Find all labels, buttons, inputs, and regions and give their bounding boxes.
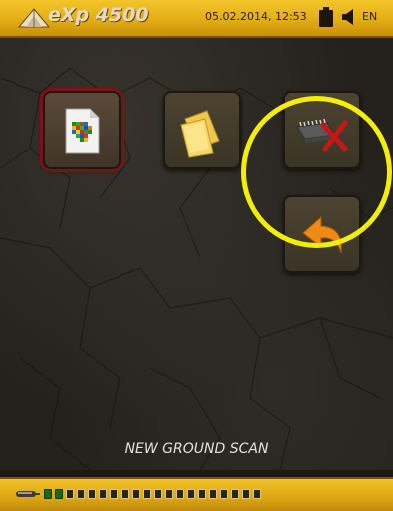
signal-segment — [121, 489, 129, 499]
signal-segment — [198, 489, 206, 499]
signal-segment — [253, 489, 261, 499]
signal-segment — [143, 489, 151, 499]
highlight-circle-annotation — [241, 96, 392, 248]
signal-segment — [165, 489, 173, 499]
signal-segment — [77, 489, 85, 499]
probe-icon — [16, 491, 40, 497]
open-files-button[interactable] — [163, 91, 241, 169]
language-indicator[interactable]: EN — [362, 10, 377, 23]
signal-segment — [154, 489, 162, 499]
signal-segment — [242, 489, 250, 499]
signal-segment — [220, 489, 228, 499]
signal-segment — [132, 489, 140, 499]
signal-segment — [110, 489, 118, 499]
signal-segment — [209, 489, 217, 499]
signal-segment — [55, 489, 63, 499]
folder-icon — [180, 110, 220, 158]
logo-text: eXp 4500 — [48, 4, 149, 26]
top-status-bar: eXp 4500 05.02.2014, 12:53 EN — [0, 0, 393, 38]
main-menu-area: NEW GROUND SCAN — [0, 38, 393, 470]
signal-segment — [187, 489, 195, 499]
status-text: NEW GROUND SCAN — [124, 441, 269, 457]
signal-segment — [99, 489, 107, 499]
new-ground-scan-button[interactable] — [43, 91, 121, 169]
signal-segment — [88, 489, 96, 499]
battery-icon — [319, 7, 333, 27]
date-time: 05.02.2014, 12:53 — [205, 10, 307, 23]
bottom-status-bar — [0, 477, 393, 511]
signal-segment — [231, 489, 239, 499]
signal-segment — [176, 489, 184, 499]
signal-segment — [44, 489, 52, 499]
signal-segment — [66, 489, 74, 499]
speaker-icon[interactable] — [341, 9, 356, 25]
ground-scan-file-icon — [65, 108, 100, 154]
